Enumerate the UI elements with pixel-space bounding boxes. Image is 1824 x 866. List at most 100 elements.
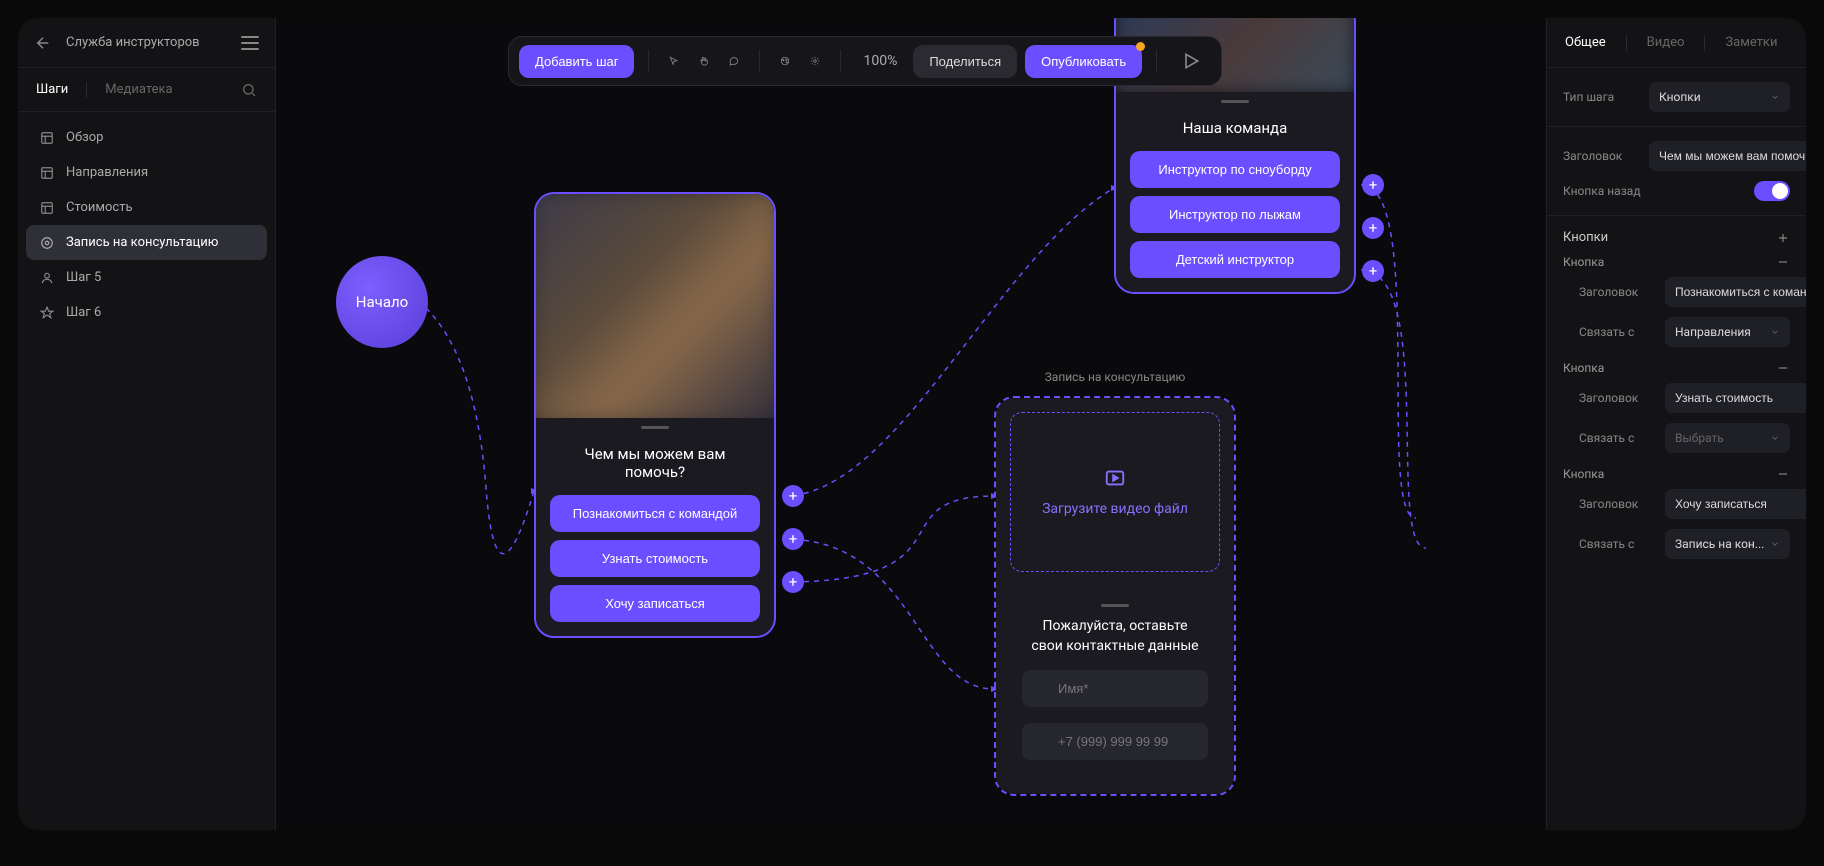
heading-input[interactable]: [1649, 141, 1806, 171]
card-button-team[interactable]: Познакомиться с командой: [550, 495, 760, 532]
add-step-button[interactable]: Добавить шаг: [519, 45, 634, 78]
link-select[interactable]: Запись на кон...: [1665, 529, 1790, 559]
layout-icon: [40, 166, 54, 180]
title-label: Заголовок: [1579, 285, 1655, 299]
step-item-overview[interactable]: Обзор: [26, 120, 267, 155]
step-label: Обзор: [66, 130, 103, 145]
comment-icon[interactable]: [723, 50, 745, 72]
step-item-6[interactable]: Шаг 6: [26, 295, 267, 330]
step-label: Направления: [66, 165, 148, 180]
add-icon[interactable]: [1776, 231, 1790, 245]
step-label: Шаг 6: [66, 305, 101, 320]
card-button-snowboard[interactable]: Инструктор по сноуборду: [1130, 151, 1340, 188]
hand-icon[interactable]: [693, 50, 715, 72]
booking-card[interactable]: Запись на консультацию Загрузите видео ф…: [996, 398, 1234, 794]
phone-input[interactable]: [1022, 723, 1208, 760]
divider: [1626, 35, 1627, 51]
overview-card[interactable]: Обзор Чем мы можем вам помочь? Познакоми…: [536, 194, 774, 636]
button-title-input[interactable]: [1665, 489, 1806, 519]
card-button-kids[interactable]: Детский инструктор: [1130, 241, 1340, 278]
link-label: Связать с: [1579, 537, 1655, 551]
tab-steps[interactable]: Шаги: [36, 82, 68, 97]
link-label: Связать с: [1579, 325, 1655, 339]
start-node[interactable]: Начало: [336, 256, 428, 348]
card-title: Наша команда: [1116, 103, 1354, 151]
tab-media[interactable]: Медиатека: [105, 82, 172, 97]
button-config-3: Кнопка Заголовок Связать с Запись на кон…: [1563, 467, 1790, 559]
remove-icon[interactable]: [1776, 361, 1790, 375]
step-type-select[interactable]: Кнопки: [1649, 82, 1790, 112]
back-arrow-icon[interactable]: [34, 34, 52, 52]
settings-icon[interactable]: [804, 50, 826, 72]
buttons-header: Кнопки: [1563, 230, 1790, 245]
menu-icon[interactable]: [241, 36, 259, 50]
step-label: Стоимость: [66, 200, 133, 215]
step-label: Запись на консультацию: [66, 235, 218, 250]
select-value: Кнопки: [1659, 90, 1701, 104]
card-label: Запись на консультацию: [1045, 370, 1186, 384]
button-config-2: Кнопка Заголовок Связать с Выбрать: [1563, 361, 1790, 453]
heading-label: Заголовок: [1563, 149, 1639, 163]
card-button-signup[interactable]: Хочу записаться: [550, 585, 760, 622]
add-connection-button[interactable]: +: [1362, 217, 1384, 239]
select-value: Направления: [1675, 325, 1751, 339]
button-title-input[interactable]: [1665, 277, 1806, 307]
title-label: Заголовок: [1579, 497, 1655, 511]
share-button[interactable]: Поделиться: [913, 45, 1017, 78]
divider: [840, 50, 841, 72]
heading-section: Заголовок Кнопка назад: [1547, 127, 1806, 216]
zoom-level[interactable]: 100%: [855, 53, 905, 69]
card-image: [536, 194, 774, 418]
connections: [276, 18, 1546, 830]
add-connection-button[interactable]: +: [782, 528, 804, 550]
card-button-ski[interactable]: Инструктор по лыжам: [1130, 196, 1340, 233]
button-subheader: Кнопка: [1563, 255, 1604, 269]
publish-button[interactable]: Опубликовать: [1025, 45, 1142, 78]
search-icon[interactable]: [241, 82, 257, 98]
tab-general[interactable]: Общее: [1565, 35, 1606, 50]
publish-label: Опубликовать: [1041, 54, 1126, 69]
upload-icon: [1104, 467, 1126, 489]
button-config-1: Кнопка Заголовок Связать с Направления: [1563, 255, 1790, 347]
link-select[interactable]: Выбрать: [1665, 423, 1790, 453]
card-button-pricing[interactable]: Узнать стоимость: [550, 540, 760, 577]
remove-icon[interactable]: [1776, 467, 1790, 481]
add-connection-button[interactable]: +: [782, 571, 804, 593]
layout-icon: [40, 131, 54, 145]
back-button-toggle[interactable]: [1754, 181, 1790, 201]
step-type-section: Тип шага Кнопки: [1547, 68, 1806, 127]
select-value: Запись на кон...: [1675, 537, 1764, 551]
tab-notes[interactable]: Заметки: [1725, 35, 1777, 50]
play-icon[interactable]: [1181, 51, 1201, 71]
divider: [648, 50, 649, 72]
button-subheader: Кнопка: [1563, 467, 1604, 481]
remove-icon[interactable]: [1776, 255, 1790, 269]
palette-icon[interactable]: [774, 50, 796, 72]
button-title-input[interactable]: [1665, 383, 1806, 413]
name-input[interactable]: [1022, 670, 1208, 707]
add-connection-button[interactable]: +: [782, 485, 804, 507]
upload-zone[interactable]: Загрузите видео файл: [1010, 412, 1220, 572]
notification-dot-icon: [1136, 42, 1145, 51]
right-panel-tabs: Общее Видео Заметки: [1547, 18, 1806, 68]
chevron-down-icon: [1770, 539, 1780, 549]
cursor-icon[interactable]: [663, 50, 685, 72]
add-connection-button[interactable]: +: [1362, 260, 1384, 282]
start-label: Начало: [356, 293, 408, 311]
link-select[interactable]: Направления: [1665, 317, 1790, 347]
layout-icon: [40, 201, 54, 215]
chevron-down-icon: [1770, 92, 1780, 102]
tab-video[interactable]: Видео: [1647, 35, 1685, 50]
canvas[interactable]: Начало Обзор Чем мы можем вам помочь? По…: [276, 18, 1546, 830]
step-item-5[interactable]: Шаг 5: [26, 260, 267, 295]
step-item-pricing[interactable]: Стоимость: [26, 190, 267, 225]
upload-text: Загрузите видео файл: [1042, 501, 1188, 517]
user-icon: [40, 271, 54, 285]
chevron-down-icon: [1770, 433, 1780, 443]
step-item-booking[interactable]: Запись на консультацию: [26, 225, 267, 260]
add-connection-button[interactable]: +: [1362, 174, 1384, 196]
back-button-label: Кнопка назад: [1563, 184, 1641, 198]
star-icon: [40, 306, 54, 320]
step-item-directions[interactable]: Направления: [26, 155, 267, 190]
sidebar-header: Служба инструкторов: [18, 18, 275, 68]
